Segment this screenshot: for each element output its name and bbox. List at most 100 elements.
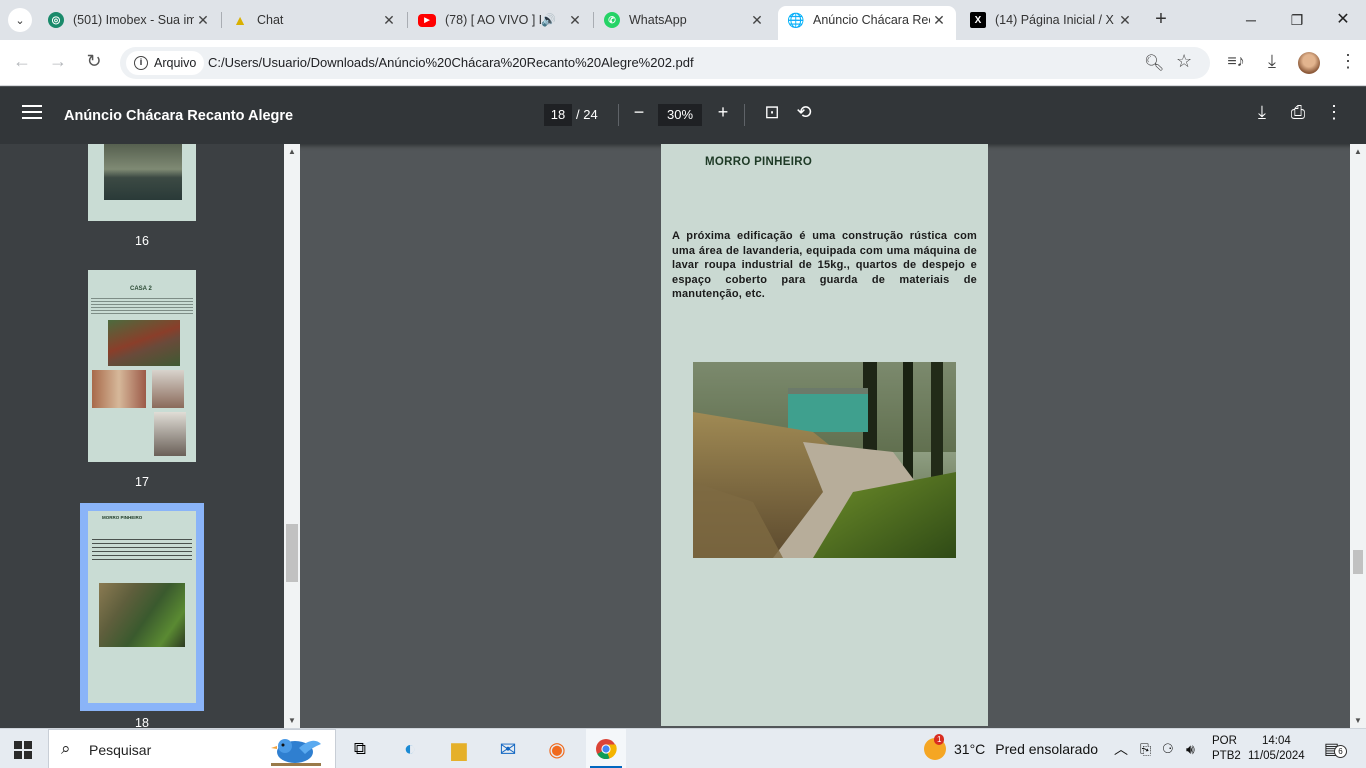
task-view-button[interactable]: ⧉ <box>340 729 380 768</box>
x-logo-icon: X <box>970 12 986 28</box>
close-icon[interactable]: ✕ <box>930 12 948 29</box>
close-icon[interactable]: ✕ <box>1116 12 1134 29</box>
clock[interactable]: 14:04 11/05/2024 <box>1248 729 1305 768</box>
close-icon[interactable]: ✕ <box>380 12 398 29</box>
clock-time: 14:04 <box>1261 735 1291 747</box>
pdf-more-button[interactable]: ⋮ <box>1322 102 1346 123</box>
scroll-down-icon[interactable]: ▼ <box>1350 716 1366 725</box>
scroll-up-icon[interactable]: ▲ <box>1350 147 1366 156</box>
network-tray-icon[interactable]: ⚆ <box>1162 729 1174 768</box>
tab-title: Anúncio Chácara Rec <box>813 13 930 27</box>
tab-chat[interactable]: ▲ Chat ✕ <box>222 6 406 34</box>
omnibox[interactable]: i Arquivo C:/Users/Usuario/Downloads/Anú… <box>120 47 1210 79</box>
close-icon[interactable]: ✕ <box>748 12 766 29</box>
site-info-chip[interactable]: i Arquivo <box>126 51 205 75</box>
camera-tray-icon[interactable]: ⎘ <box>1140 729 1151 768</box>
firefox-button[interactable]: ◉ <box>537 729 577 768</box>
minus-icon: − <box>633 102 645 122</box>
thumbnail-image <box>154 412 186 456</box>
profile-avatar[interactable] <box>1298 52 1320 74</box>
restore-button[interactable]: ❐ <box>1274 6 1320 34</box>
mail-button[interactable]: ✉ <box>488 729 528 768</box>
thumbnail-sidebar: 16 CASA 2 17 MORRO PINHEIRO 18 <box>0 144 284 728</box>
zoom-icon[interactable]: 🔍︎ <box>1144 53 1164 73</box>
zoom-out-button[interactable]: − <box>627 102 651 123</box>
globe-icon: 🌐 <box>787 11 805 28</box>
tab-whatsapp[interactable]: ✆ WhatsApp ✕ <box>594 6 774 34</box>
speaker-icon[interactable]: 🔊 <box>541 13 556 27</box>
tab-imobex[interactable]: ◎ (501) Imobex - Sua im ✕ <box>38 6 220 34</box>
notification-count: 6 <box>1334 745 1347 758</box>
search-icon: ⌕ <box>61 739 71 758</box>
fit-page-button[interactable]: ⊡ <box>760 102 784 123</box>
toolbar-divider <box>618 104 619 126</box>
thumbnail-image <box>152 370 184 408</box>
restore-icon: ❐ <box>1290 12 1304 28</box>
tab-x[interactable]: X (14) Página Inicial / X ✕ <box>960 6 1142 34</box>
browser-toolbar: ← → ↻ i Arquivo C:/Users/Usuario/Downloa… <box>0 40 1366 86</box>
tab-youtube[interactable]: ▶ (78) [ AO VIVO ] L 🔊 ✕ <box>408 6 592 34</box>
sidebar-scrollbar[interactable]: ▲ ▼ <box>284 144 300 728</box>
new-tab-button[interactable]: + <box>1150 8 1172 31</box>
weather-badge: 1 <box>934 734 945 745</box>
show-hidden-icons-button[interactable]: ︿ <box>1114 729 1128 768</box>
tab-search-button[interactable]: ⌄ <box>8 8 32 32</box>
tab-strip: ⌄ ◎ (501) Imobex - Sua im ✕ ▲ Chat ✕ ▶ (… <box>0 0 1366 40</box>
arrow-right-icon: → <box>49 51 67 71</box>
edge-button[interactable]: ◐ <box>390 729 430 768</box>
back-button[interactable]: ← <box>10 51 34 72</box>
page-number-input[interactable]: 18 <box>544 104 572 126</box>
notification-icon: ▤ 6 <box>1324 739 1347 759</box>
browser-menu-icon[interactable]: ⋮ <box>1336 51 1360 72</box>
thumbnail-number: 17 <box>135 475 149 489</box>
minimize-button[interactable]: ─ <box>1228 6 1274 34</box>
close-icon[interactable]: ✕ <box>194 12 212 29</box>
close-icon[interactable]: ✕ <box>566 12 584 29</box>
tab-title: (78) [ AO VIVO ] L <box>445 13 542 27</box>
main-scrollbar[interactable]: ▲ ▼ <box>1350 144 1366 728</box>
folder-icon: ▆ <box>451 738 467 761</box>
scrollbar-thumb[interactable] <box>286 524 298 582</box>
tab-title: Chat <box>257 13 284 27</box>
zoom-in-button[interactable]: + <box>711 102 735 123</box>
print-button[interactable]: ⎙ <box>1286 102 1310 123</box>
reload-icon: ↻ <box>86 51 102 71</box>
weather-widget[interactable]: 1 31°C Pred ensolarado <box>924 729 1098 768</box>
tab-pdf-active[interactable]: 🌐 Anúncio Chácara Rec ✕ <box>778 6 956 40</box>
thumbnail-heading: CASA 2 <box>130 286 152 292</box>
close-window-button[interactable]: ✕ <box>1320 6 1366 34</box>
minimize-icon: ─ <box>1246 12 1256 28</box>
thumbnail-page-17[interactable]: CASA 2 <box>88 270 196 462</box>
scroll-up-icon[interactable]: ▲ <box>284 147 300 156</box>
language-indicator[interactable]: POR PTB2 <box>1212 729 1241 768</box>
thumbnail-number: 16 <box>135 234 149 248</box>
rotate-button[interactable]: ⟲ <box>792 102 816 123</box>
sidebar-menu-icon[interactable] <box>22 105 42 121</box>
pdf-download-button[interactable]: ⤓ <box>1250 102 1274 123</box>
scroll-down-icon[interactable]: ▼ <box>284 716 300 725</box>
zoom-input[interactable]: 30% <box>658 104 702 126</box>
bookmark-star-icon[interactable]: ☆ <box>1176 51 1192 72</box>
thumbnail-page-18[interactable]: MORRO PINHEIRO <box>88 511 196 703</box>
notification-center-button[interactable]: ▤ 6 <box>1324 729 1347 768</box>
tab-title: WhatsApp <box>629 13 687 27</box>
page-body-text: A próxima edificação é uma construção rú… <box>672 230 977 301</box>
youtube-icon: ▶ <box>418 13 436 27</box>
download-icon: ⤓ <box>1258 102 1266 122</box>
forward-button[interactable]: → <box>46 51 70 72</box>
pdf-page-18: MORRO PINHEIRO A próxima edificação é um… <box>661 144 988 726</box>
taskbar-search[interactable]: ⌕ Pesquisar <box>48 729 336 768</box>
media-control-icon[interactable]: ≡♪ <box>1224 53 1248 71</box>
download-icon[interactable]: ⤓ <box>1260 51 1284 72</box>
reload-button[interactable]: ↻ <box>82 51 106 72</box>
chip-label: Arquivo <box>154 56 197 70</box>
scrollbar-thumb[interactable] <box>1353 550 1363 574</box>
file-explorer-button[interactable]: ▆ <box>439 729 479 768</box>
thumbnail-page-16[interactable] <box>88 144 196 221</box>
chrome-button[interactable] <box>586 729 626 768</box>
thumbnail-image <box>108 320 180 366</box>
chat-triangle-icon: ▲ <box>233 12 247 28</box>
volume-icon[interactable]: 🔊︎ <box>1186 729 1195 768</box>
windows-start-icon[interactable] <box>14 741 32 759</box>
url-text[interactable]: C:/Users/Usuario/Downloads/Anúncio%20Chá… <box>208 55 694 70</box>
